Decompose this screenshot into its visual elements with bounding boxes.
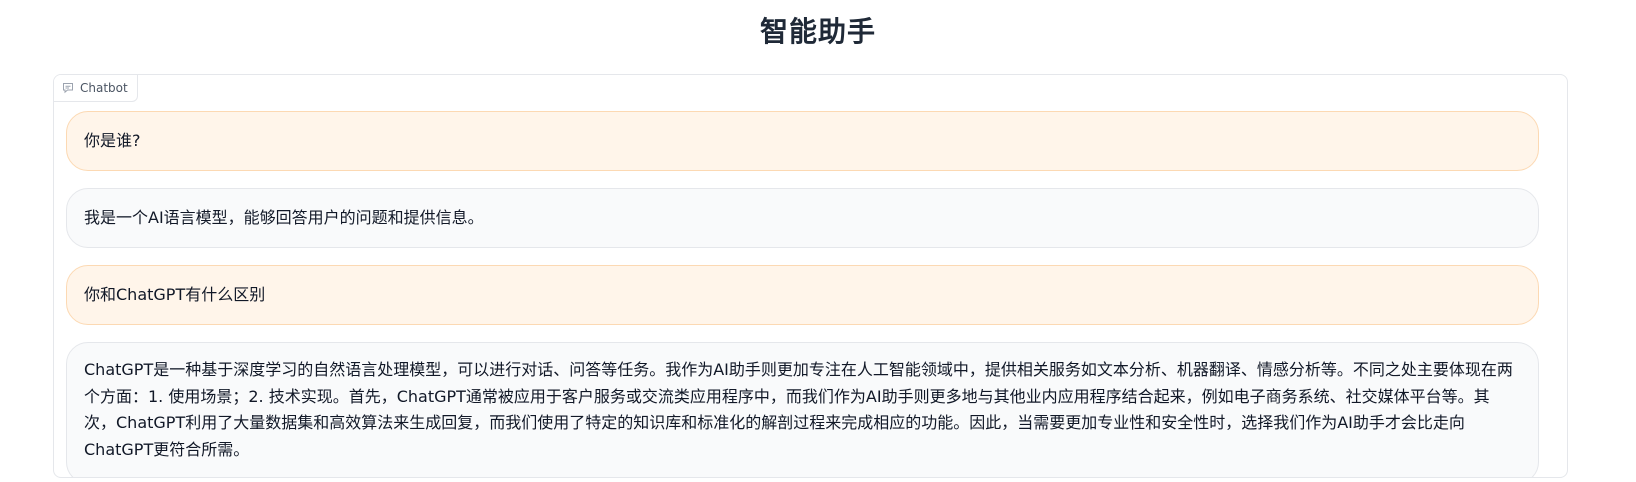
message-list: 你是谁? 我是一个AI语言模型，能够回答用户的问题和提供信息。 你和ChatGP… xyxy=(66,111,1539,477)
message-text: ChatGPT是一种基于深度学习的自然语言处理模型，可以进行对话、问答等任务。我… xyxy=(84,360,1513,459)
user-message: 你和ChatGPT有什么区别 xyxy=(66,265,1539,325)
chat-bubble-icon xyxy=(62,82,74,94)
chatbot-panel[interactable]: Chatbot 你是谁? 我是一个AI语言模型，能够回答用户的问题和提供信息。 … xyxy=(53,74,1568,478)
bot-message: 我是一个AI语言模型，能够回答用户的问题和提供信息。 xyxy=(66,188,1539,248)
chatbot-label: Chatbot xyxy=(54,75,138,102)
message-text: 我是一个AI语言模型，能够回答用户的问题和提供信息。 xyxy=(84,207,484,227)
chatbot-label-text: Chatbot xyxy=(80,81,128,95)
page-title: 智能助手 xyxy=(759,15,876,48)
bot-message: ChatGPT是一种基于深度学习的自然语言处理模型，可以进行对话、问答等任务。我… xyxy=(66,342,1539,477)
page: 智能助手 Chatbot 你是谁? 我是一个AI语言模型，能够回答用户的问题和提… xyxy=(0,0,1636,482)
message-text: 你和ChatGPT有什么区别 xyxy=(84,284,266,304)
message-text: 你是谁? xyxy=(84,130,141,150)
user-message: 你是谁? xyxy=(66,111,1539,171)
